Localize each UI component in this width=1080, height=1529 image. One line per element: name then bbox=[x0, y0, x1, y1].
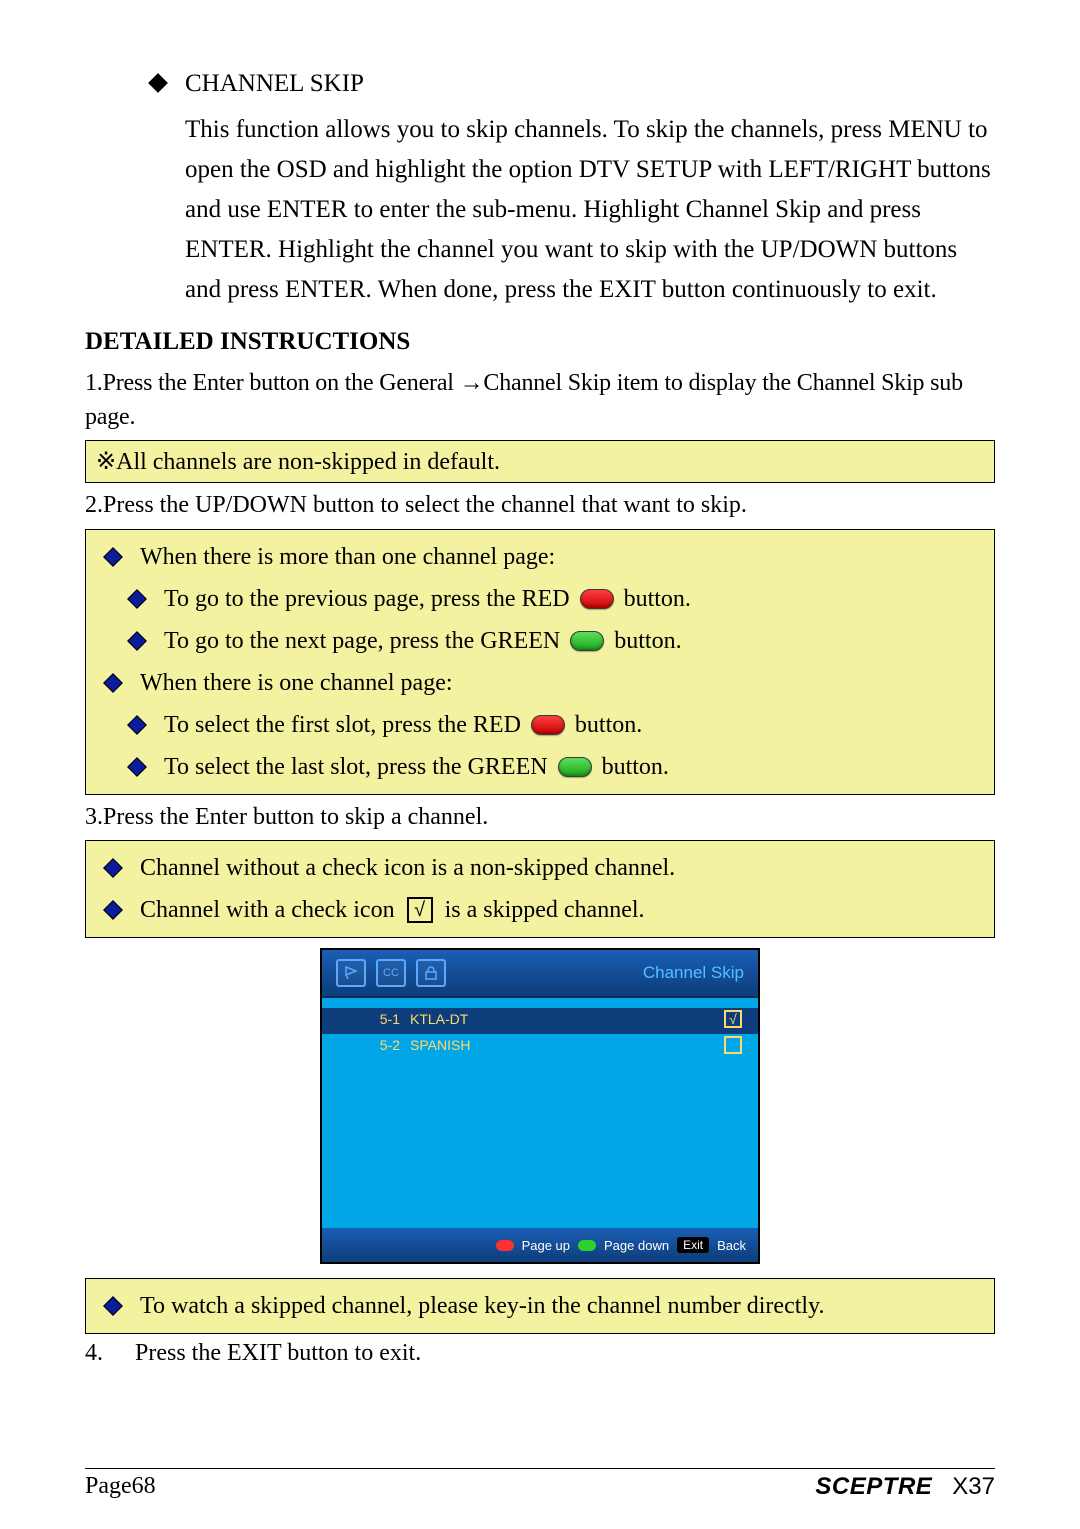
page-number: Page68 bbox=[85, 1473, 156, 1501]
osd-tab-icon bbox=[336, 959, 366, 987]
green-button-icon bbox=[570, 631, 604, 651]
section-title: CHANNEL SKIP bbox=[185, 70, 364, 97]
back-label: Back bbox=[717, 1238, 746, 1253]
watch-skipped-box: To watch a skipped channel, please key-i… bbox=[85, 1278, 995, 1334]
diamond-bullet-icon bbox=[103, 547, 123, 567]
diamond-bullet-icon bbox=[127, 715, 147, 735]
diamond-bullet-icon bbox=[103, 673, 123, 693]
step-4: 4. Press the EXIT button to exit. bbox=[85, 1340, 995, 1367]
diamond-bullet-icon bbox=[127, 757, 147, 777]
diamond-bullet-icon bbox=[103, 1296, 123, 1316]
intro-body: This function allows you to skip channel… bbox=[185, 110, 995, 310]
diamond-bullet-icon bbox=[127, 631, 147, 651]
note-box-default: ※All channels are non-skipped in default… bbox=[85, 440, 995, 483]
osd-lock-icon bbox=[416, 959, 446, 987]
osd-channel-row: 5-2 SPANISH bbox=[338, 1034, 742, 1060]
skip-status-box: Channel without a check icon is a non-sk… bbox=[85, 840, 995, 938]
osd-title: Channel Skip bbox=[643, 963, 744, 983]
diamond-bullet-icon bbox=[127, 589, 147, 609]
step-3: 3.Press the Enter button to skip a chann… bbox=[85, 801, 995, 835]
arrow-right-icon: → bbox=[460, 369, 484, 396]
navigation-box: When there is more than one channel page… bbox=[85, 529, 995, 795]
brand-model: SCEPTRE X37 bbox=[815, 1473, 995, 1501]
red-button-icon bbox=[580, 589, 614, 609]
reference-mark-icon: ※ bbox=[96, 449, 116, 475]
osd-cc-icon: CC bbox=[376, 959, 406, 987]
step-2: 2.Press the UP/DOWN button to select the… bbox=[85, 489, 995, 523]
osd-checkbox-checked-icon: √ bbox=[724, 1010, 742, 1028]
diamond-bullet-icon bbox=[103, 900, 123, 920]
osd-screenshot: CC Channel Skip 5-1 KTLA-DT √ 5-2 SPANIS… bbox=[320, 948, 760, 1264]
green-button-icon bbox=[578, 1240, 596, 1251]
red-button-icon bbox=[496, 1240, 514, 1251]
green-button-icon bbox=[558, 757, 592, 777]
pageup-label: Page up bbox=[522, 1238, 570, 1253]
diamond-bullet-icon bbox=[103, 858, 123, 878]
osd-checkbox-empty-icon bbox=[724, 1036, 742, 1054]
detailed-instructions-heading: DETAILED INSTRUCTIONS bbox=[85, 328, 995, 356]
exit-button-icon: Exit bbox=[677, 1237, 709, 1253]
osd-channel-row: 5-1 KTLA-DT √ bbox=[322, 1008, 758, 1034]
diamond-bullet-icon bbox=[148, 73, 168, 93]
pagedown-label: Page down bbox=[604, 1238, 669, 1253]
check-icon: √ bbox=[407, 897, 433, 923]
step-1: 1.Press the Enter button on the General … bbox=[85, 366, 995, 434]
red-button-icon bbox=[531, 715, 565, 735]
